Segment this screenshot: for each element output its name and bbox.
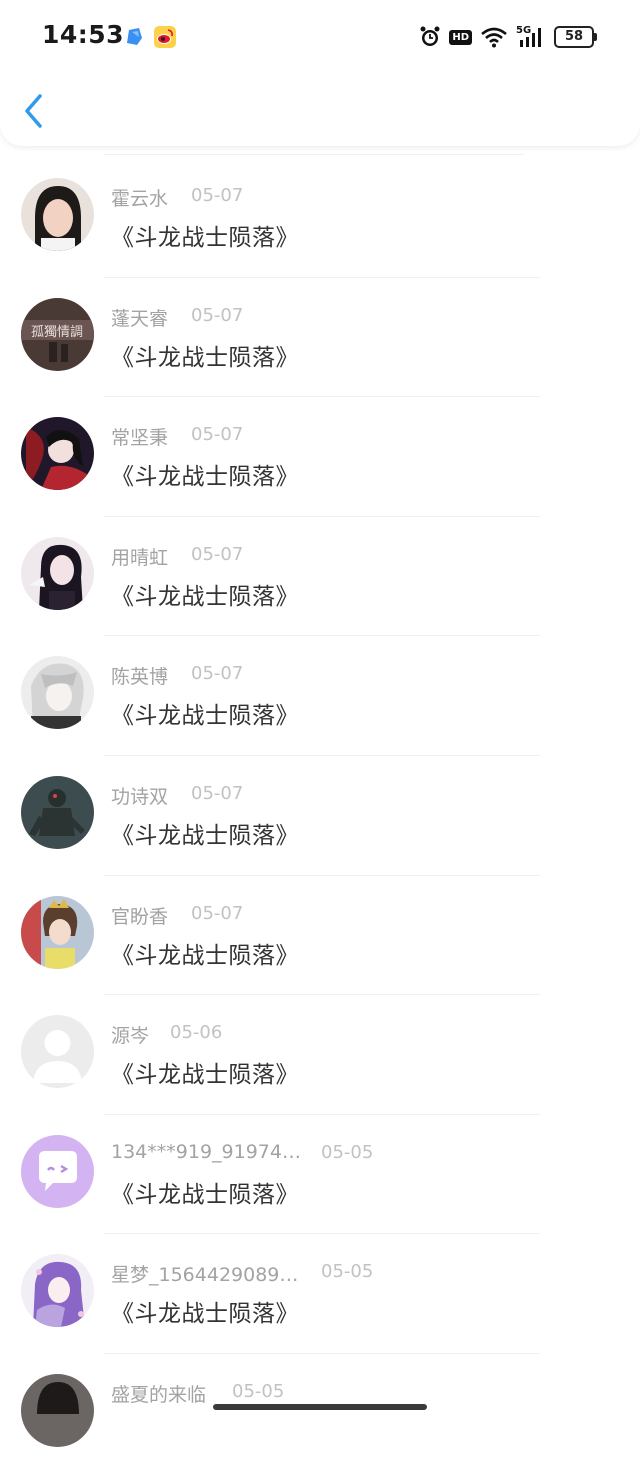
avatar[interactable] xyxy=(21,895,94,969)
sender-name[interactable]: 功诗双 xyxy=(111,782,168,809)
sender-name[interactable]: 星梦_15644290892... xyxy=(111,1260,301,1287)
back-arrow-icon[interactable] xyxy=(18,90,54,132)
message-date: 05-05 xyxy=(321,1141,374,1163)
message-date: 05-05 xyxy=(321,1261,374,1283)
message-row[interactable]: 134***919_9197420... 05-05 《斗龙战士陨落》 xyxy=(0,1115,640,1235)
message-date: 05-06 xyxy=(170,1022,223,1044)
avatar[interactable] xyxy=(21,1134,94,1208)
message-title: 《斗龙战士陨落》 xyxy=(111,1301,299,1328)
sender-name[interactable]: 官盼香 xyxy=(111,902,168,929)
message-title: 《斗龙战士陨落》 xyxy=(111,344,299,371)
message-row[interactable]: 孤獨情調 蓬天睿 05-07 《斗龙战士陨落》 xyxy=(0,278,640,398)
message-date: 05-07 xyxy=(191,424,244,446)
sender-name[interactable]: 陈英博 xyxy=(111,662,168,689)
message-date: 05-07 xyxy=(191,902,244,924)
message-title: 《斗龙战士陨落》 xyxy=(111,225,299,251)
sender-name[interactable]: 蓬天睿 xyxy=(111,304,168,331)
message-date: 05-07 xyxy=(191,783,244,804)
message-title: 《斗龙战士陨落》 xyxy=(111,1062,299,1089)
status-time: 14:53 xyxy=(42,20,125,49)
avatar[interactable] xyxy=(21,1374,94,1447)
message-row[interactable]: 霍云水 05-07 《斗龙战士陨落》 xyxy=(0,158,640,278)
avatar[interactable] xyxy=(21,1254,94,1328)
message-title: 《斗龙战士陨落》 xyxy=(111,823,299,849)
avatar[interactable] xyxy=(21,1015,94,1089)
message-title: 《斗龙战士陨落》 xyxy=(111,1181,299,1208)
sender-name[interactable]: 134***919_9197420... xyxy=(111,1141,301,1163)
avatar[interactable] xyxy=(21,536,94,610)
sender-name[interactable]: 常坚秉 xyxy=(111,423,168,450)
message-row[interactable]: 官盼香 05-07 《斗龙战士陨落》 xyxy=(0,876,640,996)
message-date: 05-07 xyxy=(191,663,244,685)
message-row[interactable]: 星梦_15644290892... 05-05 《斗龙战士陨落》 xyxy=(0,1234,640,1354)
message-row[interactable]: 盛夏的来临 05-05 xyxy=(0,1354,640,1474)
battery-indicator: 58 xyxy=(554,26,597,48)
message-date: 05-07 xyxy=(191,543,244,565)
message-row[interactable]: 常坚秉 05-07 《斗龙战士陨落》 xyxy=(0,397,640,517)
status-bar: 14:53 HD 5G 58 xyxy=(0,0,640,72)
message-row[interactable]: 用晴虹 05-07 《斗龙战士陨落》 xyxy=(0,517,640,637)
cellular-signal-icon: 5G xyxy=(516,25,546,49)
wifi-icon xyxy=(481,27,507,48)
message-row[interactable]: 功诗双 05-07 《斗龙战士陨落》 xyxy=(0,756,640,876)
weibo-icon xyxy=(154,26,176,48)
list-divider xyxy=(104,154,524,155)
sender-name[interactable]: 源岑 xyxy=(111,1021,149,1048)
hd-badge: HD xyxy=(449,29,472,45)
message-title: 《斗龙战士陨落》 xyxy=(111,464,299,491)
avatar[interactable] xyxy=(21,417,94,491)
message-row[interactable]: 陈英博 05-07 《斗龙战士陨落》 xyxy=(0,636,640,756)
avatar[interactable] xyxy=(21,776,94,849)
message-title: 《斗龙战士陨落》 xyxy=(111,583,299,610)
message-row[interactable]: 源岑 05-06 《斗龙战士陨落》 xyxy=(0,995,640,1115)
message-date: 05-05 xyxy=(232,1381,285,1402)
svg-text:孤獨情調: 孤獨情調 xyxy=(31,325,83,340)
sender-name[interactable]: 盛夏的来临 xyxy=(111,1380,206,1407)
message-date: 05-07 xyxy=(191,185,244,206)
app-notification-icon xyxy=(127,28,142,45)
sender-name[interactable]: 用晴虹 xyxy=(111,543,168,570)
sender-name[interactable]: 霍云水 xyxy=(111,184,168,211)
avatar[interactable]: 孤獨情調 xyxy=(21,297,94,371)
alarm-icon xyxy=(420,26,440,46)
home-indicator[interactable] xyxy=(213,1404,427,1410)
avatar[interactable] xyxy=(21,178,94,251)
message-title: 《斗龙战士陨落》 xyxy=(111,942,299,969)
message-title: 《斗龙战士陨落》 xyxy=(111,703,299,730)
message-date: 05-07 xyxy=(191,304,244,326)
avatar[interactable] xyxy=(21,656,94,730)
